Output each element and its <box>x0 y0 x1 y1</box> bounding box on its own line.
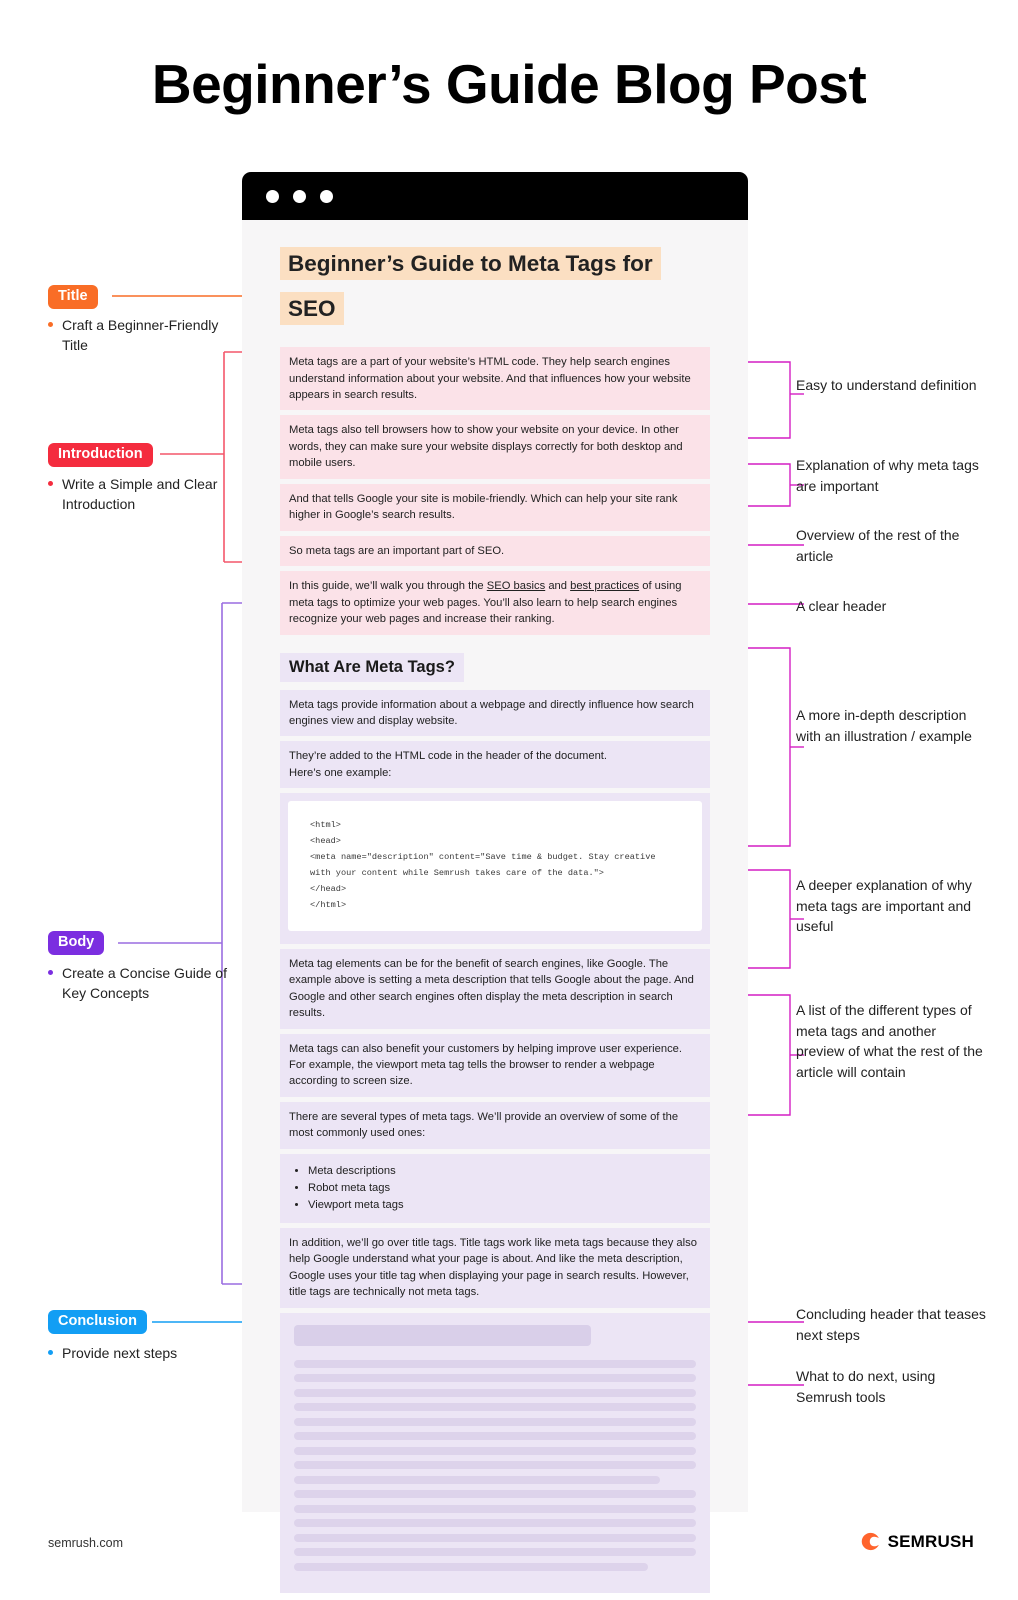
body-heading: What Are Meta Tags? <box>280 652 464 682</box>
intro-text-before: In this guide, we’ll walk you through th… <box>289 580 487 593</box>
bullet-icon <box>48 481 53 486</box>
intro-paragraph-5: In this guide, we’ll walk you through th… <box>280 571 710 635</box>
intro-paragraph-1: Meta tags are a part of your website’s H… <box>280 347 710 411</box>
placeholder-line <box>294 1519 696 1528</box>
placeholder-line <box>294 1432 696 1441</box>
placeholder-line <box>294 1548 696 1557</box>
annotation-4: A clear header <box>796 598 887 614</box>
placeholder-line <box>294 1446 696 1455</box>
sidebar-tag-body: Body <box>48 931 105 955</box>
annotation-1: Easy to understand definition <box>796 377 977 393</box>
annotation-3: Overview of the rest of the article <box>796 527 960 564</box>
sidebar-note-text: Write a Simple and Clear Introduction <box>62 476 218 513</box>
best-practices-link[interactable]: best practices <box>570 580 639 592</box>
annotation-7: A list of the different types of meta ta… <box>796 1002 983 1080</box>
meta-tag-types-list: Meta descriptions Robot meta tags Viewpo… <box>280 1153 710 1223</box>
sidebar-tag-conclusion: Conclusion <box>48 1310 147 1334</box>
sidebar-note-body: Create a Concise Guide of Key Concepts <box>48 963 232 1004</box>
browser-mockup: Beginner’s Guide to Meta Tags for SEO Me… <box>242 172 748 1594</box>
footer-url[interactable]: semrush.com <box>48 1536 123 1550</box>
article-title-wrap: Beginner’s Guide to Meta Tags for SEO <box>280 242 710 331</box>
annotation-9: What to do next, using Semrush tools <box>796 1368 936 1405</box>
placeholder-line <box>294 1388 696 1397</box>
sidebar-note-text: Create a Concise Guide of Key Concepts <box>62 965 227 1002</box>
bullet-icon <box>48 970 53 975</box>
content-placeholder-block <box>280 1312 710 1594</box>
sidebar-note-text: Provide next steps <box>62 1345 178 1361</box>
placeholder-line <box>294 1403 696 1412</box>
placeholder-line <box>294 1461 696 1470</box>
placeholder-line <box>294 1475 660 1484</box>
body-paragraph-3: Meta tag elements can be for the benefit… <box>280 948 710 1029</box>
sidebar-note-conclusion: Provide next steps <box>48 1343 232 1363</box>
article-body: Beginner’s Guide to Meta Tags for SEO Me… <box>242 220 748 1594</box>
list-item: Viewport meta tags <box>308 1197 701 1214</box>
body-paragraph-1: Meta tags provide information about a we… <box>280 689 710 737</box>
annotation-2: Explanation of why meta tags are importa… <box>796 457 979 494</box>
bullet-icon <box>48 1350 53 1355</box>
placeholder-line <box>294 1374 696 1383</box>
window-dot-close-icon[interactable] <box>266 190 279 203</box>
semrush-wordmark: SEMRUSH <box>887 1531 974 1551</box>
article-title: Beginner’s Guide to Meta Tags for SEO <box>280 247 661 325</box>
body-paragraph-6: In addition, we’ll go over title tags. T… <box>280 1227 710 1308</box>
list-item: Robot meta tags <box>308 1180 701 1197</box>
window-controls <box>266 190 333 203</box>
sidebar-note-text: Craft a Beginner-Friendly Title <box>62 317 219 354</box>
infographic-page: Beginner’s Guide Blog Post Beginner’s Gu… <box>0 0 1018 1600</box>
list-item: Meta descriptions <box>308 1163 701 1180</box>
body-paragraph-2: They’re added to the HTML code in the he… <box>280 741 710 789</box>
placeholder-line <box>294 1490 696 1499</box>
code-example: <html> <head> <meta name="description" c… <box>288 801 702 931</box>
annotation-6: A deeper explanation of why meta tags ar… <box>796 877 972 935</box>
annotation-8: Concluding header that teases next steps <box>796 1306 986 1343</box>
semrush-logo: SEMRUSH <box>860 1531 974 1552</box>
window-dot-maximize-icon[interactable] <box>320 190 333 203</box>
placeholder-line <box>294 1562 648 1571</box>
page-title: Beginner’s Guide Blog Post <box>151 53 867 115</box>
browser-title-bar <box>242 172 748 220</box>
body-heading-wrap: What Are Meta Tags? <box>280 652 710 682</box>
placeholder-line <box>294 1417 696 1426</box>
placeholder-line <box>294 1504 696 1513</box>
placeholder-heading-bar <box>294 1324 592 1346</box>
placeholder-line <box>294 1359 696 1368</box>
intro-paragraph-2: Meta tags also tell browsers how to show… <box>280 415 710 479</box>
intro-text-mid: and <box>545 580 571 593</box>
window-dot-minimize-icon[interactable] <box>293 190 306 203</box>
intro-paragraph-3: And that tells Google your site is mobil… <box>280 483 710 531</box>
sidebar-tag-title: Title <box>48 285 98 309</box>
seo-basics-link[interactable]: SEO basics <box>487 580 545 592</box>
sidebar-tag-introduction: Introduction <box>48 443 153 467</box>
bullet-icon <box>48 322 53 327</box>
placeholder-line <box>294 1533 696 1542</box>
body-paragraph-5: There are several types of meta tags. We… <box>280 1101 710 1149</box>
semrush-mark-icon <box>861 1532 879 1551</box>
annotation-5: A more in-depth description with an illu… <box>796 707 972 744</box>
intro-paragraph-4: So meta tags are an important part of SE… <box>280 535 710 567</box>
code-example-wrap: <html> <head> <meta name="description" c… <box>280 793 710 944</box>
sidebar-note-title: Craft a Beginner-Friendly Title <box>48 315 232 356</box>
sidebar-note-introduction: Write a Simple and Clear Introduction <box>48 474 232 515</box>
body-paragraph-4: Meta tags can also benefit your customer… <box>280 1033 710 1097</box>
